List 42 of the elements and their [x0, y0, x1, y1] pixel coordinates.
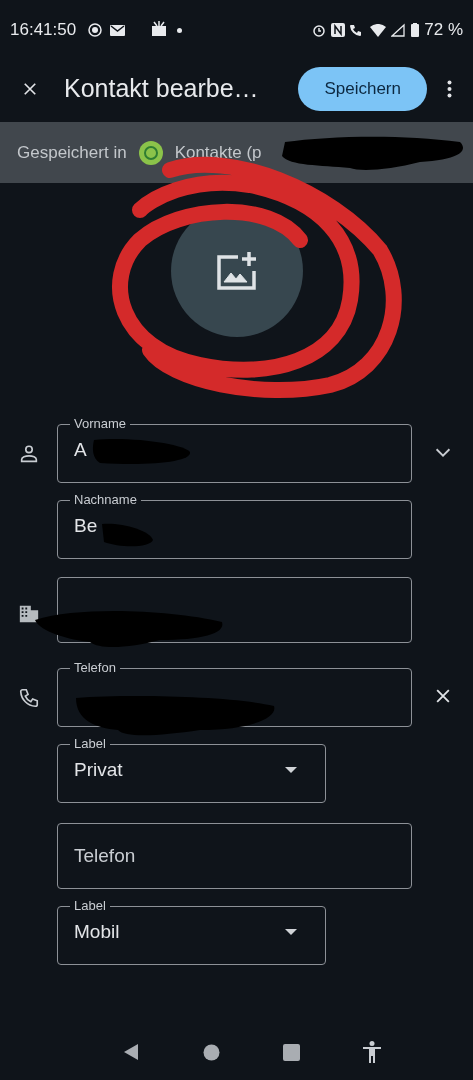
- status-time: 16:41:50: [10, 19, 77, 42]
- more-icon: [446, 80, 452, 98]
- home-button[interactable]: [202, 1043, 220, 1061]
- field-label: Nachname: [74, 492, 137, 507]
- building-icon: [17, 603, 40, 625]
- field-label: Label: [74, 898, 106, 913]
- alarm-icon: [312, 23, 327, 37]
- recents-button[interactable]: [283, 1043, 301, 1061]
- dropdown-caret-icon: [285, 929, 297, 936]
- mail-icon: [110, 24, 126, 36]
- dot-icon: [177, 27, 183, 33]
- field-placeholder: Telefon: [74, 843, 136, 868]
- field-value: Be: [74, 514, 98, 539]
- accessibility-icon: [363, 1041, 382, 1063]
- field-value: Privat: [74, 758, 123, 783]
- save-button[interactable]: Speichern: [298, 67, 427, 111]
- nfc-icon: [331, 23, 346, 37]
- redaction-mark: [102, 523, 153, 547]
- dropdown-caret-icon: [285, 767, 297, 774]
- close-icon: [21, 80, 39, 98]
- phone-icon: [17, 687, 40, 709]
- field-label: Telefon: [74, 660, 116, 675]
- recents-icon: [283, 1043, 301, 1061]
- field-label: Vorname: [74, 416, 127, 431]
- screen-title: Kontakt bearbe…: [64, 73, 259, 105]
- home-icon: [202, 1043, 220, 1061]
- account-name: Kontakte (p: [174, 141, 262, 164]
- input-field[interactable]: Telefon: [57, 823, 412, 889]
- label-dropdown[interactable]: Label Mobil: [57, 899, 326, 965]
- field-label: Label: [74, 736, 106, 751]
- add-image-icon: [215, 251, 258, 291]
- accessibility-button[interactable]: [363, 1041, 382, 1063]
- saved-in-label: Gespeichert in: [17, 141, 127, 164]
- sync-account-icon: [138, 140, 163, 165]
- signal-icon: [391, 23, 407, 37]
- battery-percentage: 72 %: [424, 19, 463, 42]
- field-value: Mobil: [74, 920, 120, 945]
- label-dropdown[interactable]: Label Privat: [57, 737, 326, 803]
- field-value: A: [74, 438, 87, 463]
- record-icon: [88, 23, 103, 37]
- wifi-icon: [370, 23, 387, 37]
- battery-icon: [411, 23, 420, 37]
